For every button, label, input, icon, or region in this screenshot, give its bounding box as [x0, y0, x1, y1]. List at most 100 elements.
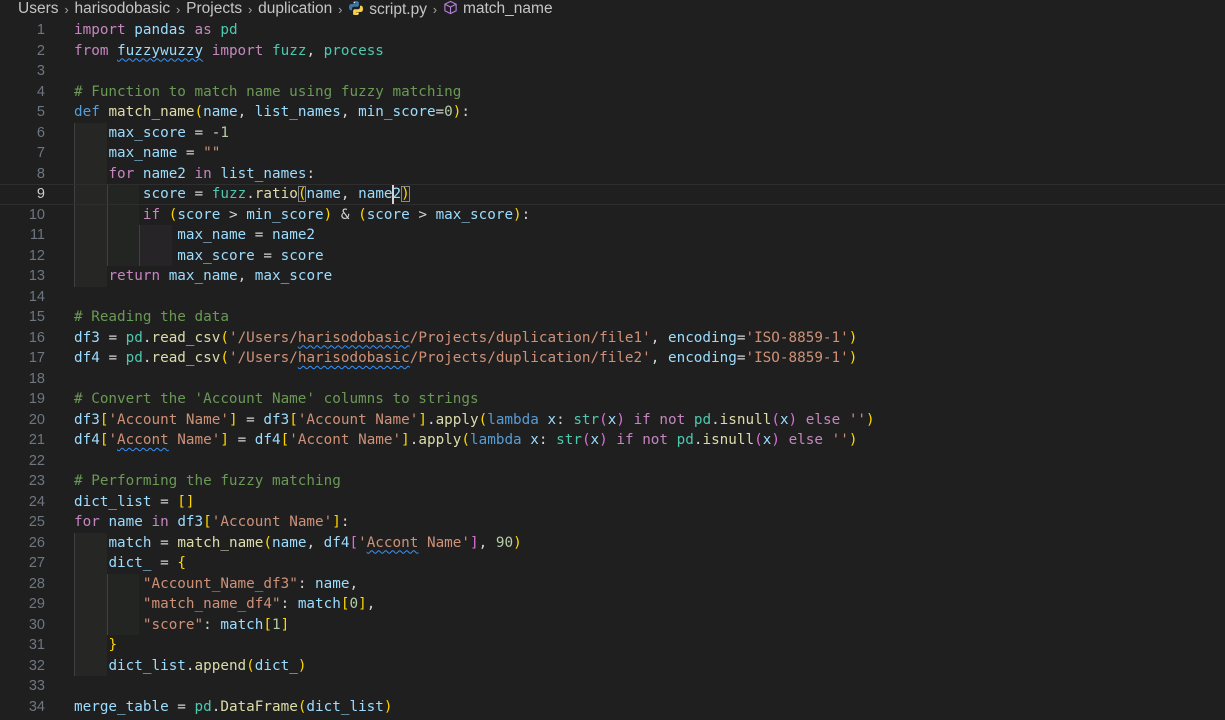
line-number: 17 — [28, 350, 45, 366]
code-text: max_score = score — [177, 247, 324, 264]
breadcrumb-separator-icon: › — [338, 1, 343, 17]
code-line[interactable]: 30 "score": match[1] — [0, 615, 1225, 636]
breadcrumb-item[interactable]: duplication — [257, 0, 333, 18]
code-text: df4 = pd.read_csv('/Users/harisodobasic/… — [74, 350, 858, 366]
line-number: 14 — [28, 288, 45, 305]
spell-warning[interactable]: fuzzywuzzy — [117, 43, 203, 59]
line-number: 4 — [36, 83, 45, 100]
line-number: 8 — [36, 165, 45, 182]
code-text: max_name = "" — [108, 145, 221, 161]
line-number: 24 — [28, 493, 45, 510]
line-number: 26 — [28, 534, 45, 551]
line-number: 11 — [29, 227, 45, 243]
code-line[interactable]: 5 def match_name(name, list_names, min_sc… — [0, 102, 1225, 123]
code-line[interactable]: 11 max_name = name2 — [0, 225, 1225, 246]
code-line[interactable]: 26 match = match_name(name, df4['Accont … — [0, 533, 1225, 554]
breadcrumb-item[interactable]: Projects — [185, 0, 243, 18]
code-line[interactable]: 23 # Performing the fuzzy matching — [0, 471, 1225, 492]
code-line[interactable]: 8 for name2 in list_names: — [0, 164, 1225, 185]
code-text: dict_list = [] — [74, 493, 195, 510]
line-number: 5 — [36, 104, 45, 120]
code-line[interactable]: 25 for name in df3['Account Name']: — [0, 512, 1225, 533]
code-text: return max_name, max_score — [108, 268, 333, 284]
code-line[interactable]: 4 # Function to match name using fuzzy ma… — [0, 82, 1225, 103]
code-line[interactable]: 17 df4 = pd.read_csv('/Users/harisodobasi… — [0, 348, 1225, 369]
line-number: 22 — [28, 452, 45, 469]
spell-warning[interactable]: Accont — [117, 432, 169, 448]
breadcrumb-item[interactable]: script.py — [347, 0, 428, 19]
code-line[interactable]: 16 df3 = pd.read_csv('/Users/harisodobasi… — [0, 328, 1225, 349]
line-number: 19 — [28, 391, 45, 407]
code-line[interactable]: 19 # Convert the 'Account Name' columns t… — [0, 389, 1225, 410]
breadcrumb-separator-icon: › — [432, 1, 438, 17]
code-text: "match_name_df4": match[0], — [142, 596, 376, 612]
code-line[interactable]: 31 } — [0, 635, 1225, 656]
code-text: # Convert the 'Account Name' columns to … — [74, 391, 479, 407]
line-number: 30 — [28, 616, 45, 633]
code-text: for name in df3['Account Name']: — [74, 514, 350, 530]
code-text: df4['Accont Name'] = df4['Accont Name'].… — [74, 432, 858, 448]
code-line[interactable]: 3 — [0, 61, 1225, 82]
code-line[interactable]: 9 score = fuzz.ratio(name, name2) — [0, 184, 1225, 205]
code-text: for name2 in list_names: — [108, 165, 316, 182]
code-editor[interactable]: 1 import pandas as pd 2 from fuzzywuzzy imp… — [0, 20, 1225, 720]
code-line[interactable]: 18 — [0, 369, 1225, 390]
breadcrumb-item[interactable]: match_name — [442, 0, 554, 18]
code-line[interactable]: 14 — [0, 287, 1225, 308]
code-line[interactable]: 10 if (score > min_score) & (score > max… — [0, 205, 1225, 226]
code-line[interactable]: 15 # Reading the data — [0, 307, 1225, 328]
code-line[interactable]: 7 max_name = "" — [0, 143, 1225, 164]
code-text: df3['Account Name'] = df3['Account Name'… — [74, 411, 875, 428]
code-text: def match_name(name, list_names, min_sco… — [74, 104, 470, 120]
breadcrumb-label: duplication — [258, 0, 333, 17]
line-number: 31 — [28, 637, 45, 653]
code-line[interactable]: 1 import pandas as pd — [0, 20, 1225, 41]
breadcrumb-separator-icon: › — [247, 1, 253, 17]
code-text: dict_list.append(dict_) — [108, 657, 307, 674]
line-number: 20 — [28, 411, 45, 428]
breadcrumb-label: Projects — [186, 0, 243, 17]
code-line[interactable]: 27 dict_ = { — [0, 553, 1225, 574]
line-number: 25 — [28, 514, 45, 530]
code-line[interactable]: 33 — [0, 676, 1225, 697]
code-line[interactable]: 2 from fuzzywuzzy import fuzz, process — [0, 41, 1225, 62]
breadcrumb: Users › harisodobasic › Projects › duplication… — [0, 0, 1225, 18]
code-line[interactable]: 24 dict_list = [] — [0, 492, 1225, 513]
breadcrumb-item[interactable]: Users — [17, 0, 59, 18]
line-number: 2 — [36, 42, 45, 59]
code-line[interactable]: 28 "Account_Name_df3": name, — [0, 574, 1225, 595]
line-number: 10 — [28, 206, 45, 223]
code-text: merge_table = pd.DataFrame(dict_list) — [74, 698, 393, 715]
code-text: match = match_name(name, df4['Accont Nam… — [108, 534, 522, 551]
code-text: "Account_Name_df3": name, — [142, 575, 359, 592]
line-number: 9 — [36, 186, 45, 202]
code-line[interactable]: 12 max_score = score — [0, 246, 1225, 267]
breadcrumb-separator-icon: › — [64, 1, 69, 17]
code-line[interactable]: 32 dict_list.append(dict_) — [0, 656, 1225, 677]
code-line[interactable]: 6 max_score = -1 — [0, 123, 1225, 144]
line-number: 13 — [28, 268, 45, 284]
code-line[interactable]: 22 — [0, 451, 1225, 472]
code-text: import pandas as pd — [74, 22, 238, 38]
code-text: dict_ = { — [108, 555, 186, 571]
line-number: 1 — [36, 22, 45, 38]
breadcrumb-item[interactable]: harisodobasic — [73, 0, 171, 18]
line-number: 3 — [36, 63, 45, 79]
code-text: if (score > min_score) & (score > max_sc… — [142, 206, 531, 223]
code-line[interactable]: 34 merge_table = pd.DataFrame(dict_list) — [0, 697, 1225, 718]
breadcrumb-label: Users — [18, 0, 59, 17]
spell-warning[interactable]: harisodobasic — [298, 330, 410, 346]
spell-warning[interactable]: Accont — [367, 535, 419, 551]
line-number: 29 — [28, 596, 45, 612]
code-line[interactable]: 13 return max_name, max_score — [0, 266, 1225, 287]
breadcrumb-label: match_name — [462, 0, 553, 17]
code-line[interactable]: 21 df4['Accont Name'] = df4['Accont Name'… — [0, 430, 1225, 451]
code-line[interactable]: 20 df3['Account Name'] = df3['Account Nam… — [0, 410, 1225, 431]
spell-warning[interactable]: harisodobasic — [298, 350, 410, 366]
line-number: 6 — [36, 124, 45, 141]
code-text: max_name = name2 — [177, 227, 316, 243]
code-line[interactable]: 29 "match_name_df4": match[0], — [0, 594, 1225, 615]
code-text: df3 = pd.read_csv('/Users/harisodobasic/… — [74, 329, 858, 346]
line-number: 32 — [28, 657, 45, 674]
breadcrumb-separator-icon: › — [175, 1, 181, 17]
